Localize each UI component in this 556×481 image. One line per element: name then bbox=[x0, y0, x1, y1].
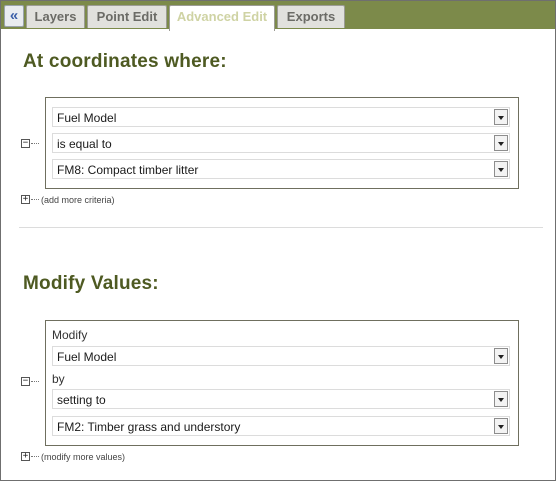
criteria-value-value: FM8: Compact timber litter bbox=[57, 163, 199, 177]
dropdown-arrow-icon bbox=[494, 348, 508, 364]
add-more-criteria-link[interactable]: (add more criteria) bbox=[41, 195, 115, 205]
add-criteria-toggle[interactable]: + bbox=[21, 195, 30, 204]
modify-value-select[interactable]: FM2: Timber grass and understory bbox=[52, 416, 510, 436]
tree-connector bbox=[31, 199, 39, 200]
tab-point-edit[interactable]: Point Edit bbox=[87, 5, 167, 28]
modify-box: Modify Fuel Model by setting to FM2: Tim… bbox=[45, 320, 519, 446]
add-modify-toggle[interactable]: + bbox=[21, 452, 30, 461]
section-divider bbox=[19, 227, 543, 228]
modify-value-value: FM2: Timber grass and understory bbox=[57, 420, 241, 434]
tree-connector bbox=[31, 143, 39, 144]
collapse-criteria-toggle[interactable]: − bbox=[21, 139, 30, 148]
criteria-operator-value: is equal to bbox=[57, 137, 112, 151]
criteria-field-value: Fuel Model bbox=[57, 111, 117, 125]
collapse-modify-toggle[interactable]: − bbox=[21, 377, 30, 386]
dropdown-arrow-icon bbox=[494, 109, 508, 125]
criteria-box: Fuel Model is equal to FM8: Compact timb… bbox=[45, 97, 519, 189]
modify-more-values-link[interactable]: (modify more values) bbox=[41, 452, 125, 462]
criteria-heading: At coordinates where: bbox=[23, 51, 227, 72]
tab-layers[interactable]: Layers bbox=[26, 5, 85, 28]
modify-method-select[interactable]: setting to bbox=[52, 389, 510, 409]
tab-advanced-edit[interactable]: Advanced Edit bbox=[169, 5, 275, 31]
dropdown-arrow-icon bbox=[494, 161, 508, 177]
modify-method-value: setting to bbox=[57, 393, 106, 407]
dropdown-arrow-icon bbox=[494, 418, 508, 434]
by-label: by bbox=[52, 372, 65, 386]
modify-heading: Modify Values: bbox=[23, 273, 159, 294]
criteria-operator-select[interactable]: is equal to bbox=[52, 133, 510, 153]
tab-exports[interactable]: Exports bbox=[277, 5, 345, 28]
modify-label: Modify bbox=[52, 328, 88, 342]
double-chevron-left-icon: « bbox=[9, 7, 19, 24]
tab-bar: « Layers Point Edit Advanced Edit Export… bbox=[1, 1, 555, 31]
criteria-field-select[interactable]: Fuel Model bbox=[52, 107, 510, 127]
collapse-panel-button[interactable]: « bbox=[4, 5, 24, 27]
dropdown-arrow-icon bbox=[494, 391, 508, 407]
advanced-edit-panel: « Layers Point Edit Advanced Edit Export… bbox=[0, 0, 556, 481]
dropdown-arrow-icon bbox=[494, 135, 508, 151]
modify-field-select[interactable]: Fuel Model bbox=[52, 346, 510, 366]
tree-connector bbox=[31, 381, 39, 382]
criteria-value-select[interactable]: FM8: Compact timber litter bbox=[52, 159, 510, 179]
modify-field-value: Fuel Model bbox=[57, 350, 117, 364]
tree-connector bbox=[31, 456, 39, 457]
